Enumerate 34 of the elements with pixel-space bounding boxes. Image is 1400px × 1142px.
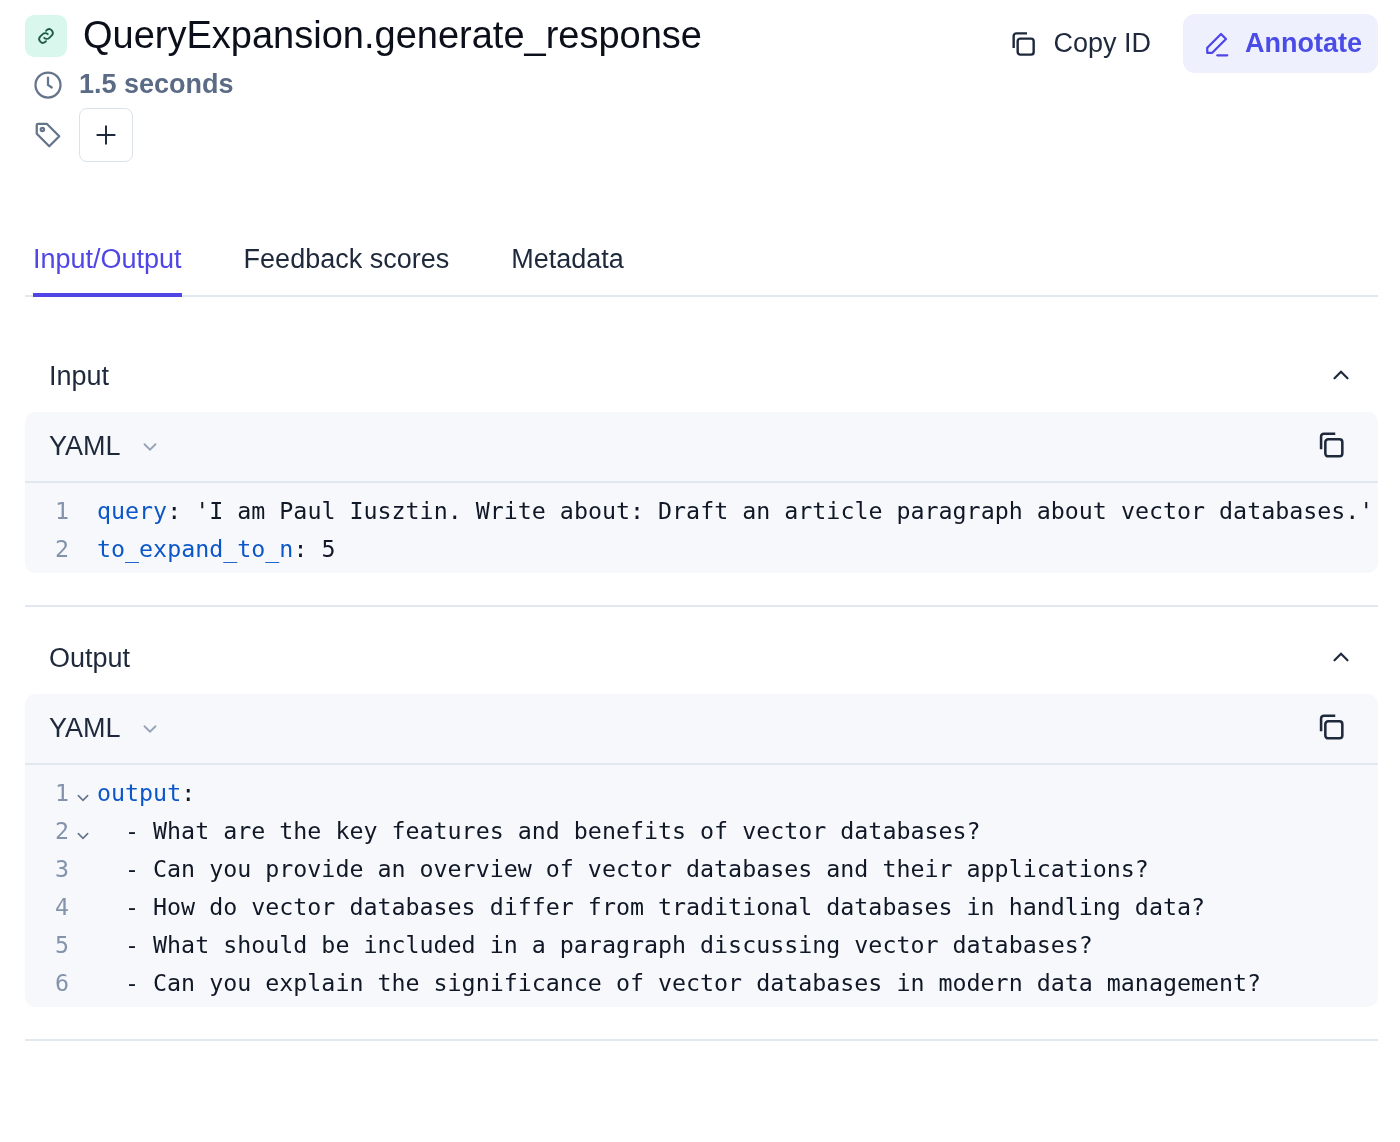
tag-icon (33, 120, 63, 150)
section-title: Output (49, 643, 131, 674)
copy-id-button[interactable]: Copy ID (1007, 27, 1151, 60)
line-number: 2 (53, 534, 69, 562)
tab[interactable]: Input/Output (33, 236, 182, 297)
link-icon (25, 14, 67, 57)
yaml-value: : (181, 778, 196, 806)
format-dropdown[interactable]: YAML (49, 713, 161, 744)
line-number: 3 (53, 854, 69, 882)
format-dropdown[interactable]: YAML (49, 431, 161, 462)
line-number: 1 (53, 496, 69, 524)
yaml-value: - How do vector databases differ from traditional databases in handling data? (125, 892, 1205, 920)
yaml-value: - Can you provide an overview of vector databases and their applications? (125, 854, 1149, 882)
tab[interactable]: Feedback scores (243, 236, 450, 297)
duration-text: 1.5 seconds (79, 69, 234, 100)
yaml-value: : 5 (293, 534, 336, 562)
yaml-value: : 'I am Paul Iusztin. Write about: Draft an article paragraph about vector databases.' (167, 496, 1374, 524)
yaml-key: query (97, 496, 168, 524)
clock-icon (33, 69, 63, 100)
trace-title: QueryExpansion.generate_response (83, 14, 702, 57)
yaml-key: to_expand_to_n (97, 534, 294, 562)
line-number: 6 (53, 968, 69, 996)
line-number: 1 (53, 778, 69, 806)
line-number: 4 (53, 892, 69, 920)
add-tag-button[interactable] (79, 108, 133, 162)
yaml-key: output (97, 778, 182, 806)
yaml-value: - What should be included in a paragraph discussing vector databases? (125, 930, 1093, 958)
yaml-value: - Can you explain the significance of vector databases in modern data management? (125, 968, 1262, 996)
yaml-value: - What are the key features and benefits of vector databases? (125, 816, 981, 844)
section-title: Input (49, 361, 110, 392)
tab[interactable]: Metadata (511, 236, 624, 297)
line-number: 2 (53, 816, 69, 844)
line-number: 5 (53, 930, 69, 958)
annotate-button[interactable]: Annotate (1183, 14, 1378, 73)
